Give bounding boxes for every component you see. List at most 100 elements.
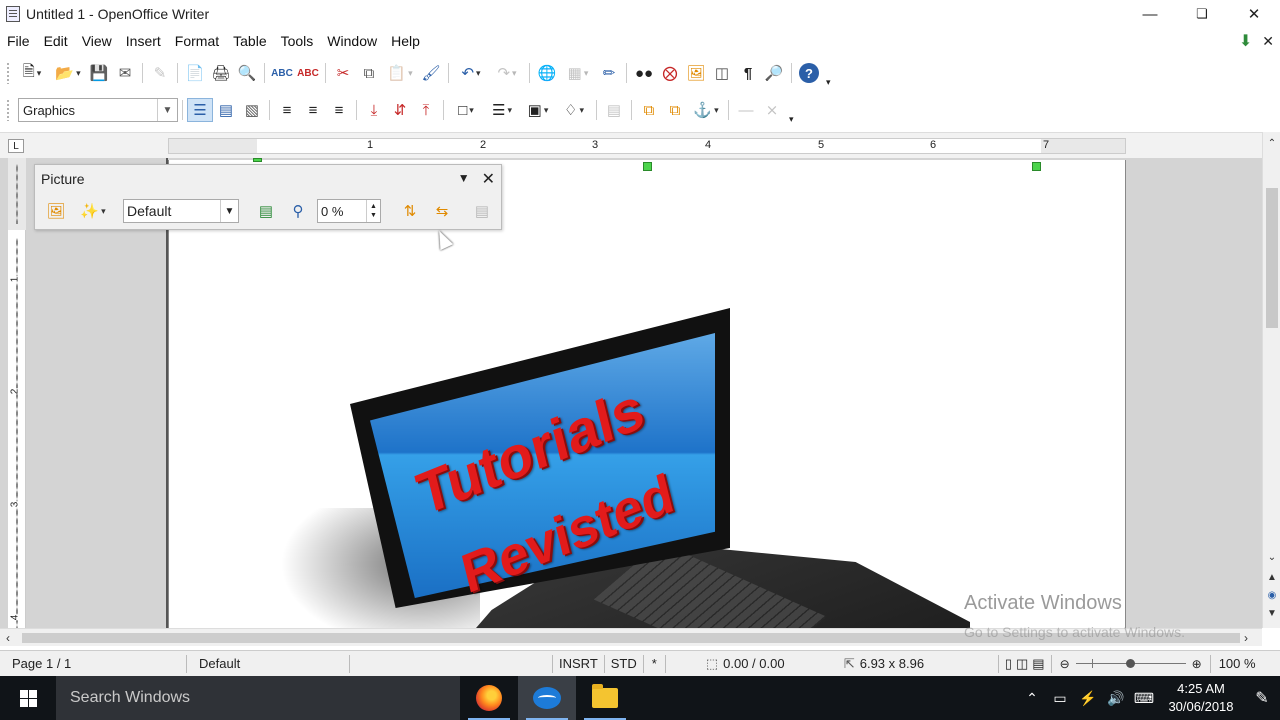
autospellcheck-button[interactable]: ABC [295,61,321,85]
battery-icon[interactable]: ▭ [1046,690,1074,707]
find-replace-button[interactable]: ●● [631,61,657,85]
laptop-image[interactable]: Tutorials Revisted [270,308,970,628]
gallery-button[interactable]: 🖼 [683,61,709,85]
previous-page-icon[interactable]: ▲ [1263,570,1280,584]
open-button[interactable]: 📂 [50,61,86,85]
zoom-value[interactable]: 100 % [1211,656,1264,671]
menu-help[interactable]: Help [384,33,427,49]
border-color-button[interactable]: ▣ [520,98,556,122]
wrap-off-button[interactable]: ☰ [187,98,213,122]
unlink-frames-button[interactable]: ⨯ [759,98,785,122]
navigator-button[interactable]: ⨂ [657,61,683,85]
wrap-through-button[interactable]: ▧ [239,98,265,122]
zoom-out-icon[interactable]: ⊖ [1060,657,1070,671]
help-button[interactable]: ? [796,61,822,85]
align-middle-button[interactable]: ⇵ [387,98,413,122]
chevron-down-icon[interactable]: ▼ [157,99,177,121]
menu-file[interactable]: File [0,33,37,49]
spinner-arrows-icon[interactable]: ▲ ▼ [366,200,380,222]
zoom-in-icon[interactable]: ⊕ [1192,657,1202,671]
bring-to-front-button[interactable]: ⧉ [636,98,662,122]
scroll-up-icon[interactable]: ⌃ [1263,136,1280,150]
menu-edit[interactable]: Edit [37,33,75,49]
page-preview-button[interactable]: 🔍 [234,61,260,85]
toolbar-options-icon[interactable] [826,60,834,88]
vertical-scrollbar[interactable]: ⌃ ⌄ ▲ ◉ ▼ [1262,132,1280,628]
flip-vertically-button[interactable]: ⇅ [397,199,423,223]
menu-table[interactable]: Table [226,33,273,49]
align-left-button[interactable]: ≡ [274,98,300,122]
cut-button[interactable]: ✂ [330,61,356,85]
redo-button[interactable]: ↷ [489,61,525,85]
scroll-left-icon[interactable]: ‹ [6,631,10,645]
tab-stop-selector[interactable]: L [8,139,24,153]
multi-page-view-icon[interactable]: ◫ [1016,656,1028,672]
navigation-icon[interactable]: ◉ [1263,588,1280,602]
menu-view[interactable]: View [75,33,119,49]
transparency-spinner[interactable]: 0 % ▲ ▼ [317,199,381,223]
copy-button[interactable]: ⧉ [356,61,382,85]
frame-properties-button[interactable]: ▤ [469,199,495,223]
filter-button[interactable]: ✨ [75,199,111,223]
notification-icon[interactable]: ✎ [1244,688,1280,708]
align-top-button[interactable]: ⤓ [361,98,387,122]
zoom-slider-knob[interactable] [1126,658,1136,668]
taskbar-search[interactable]: Search Windows [56,676,460,720]
transparency-icon-button[interactable]: ⚲ [285,199,311,223]
taskbar-openoffice[interactable] [518,676,576,720]
insert-picture-button[interactable]: 🖼 [43,199,69,223]
print-button[interactable]: 🖨 [208,61,234,85]
paste-button[interactable]: 📋 [382,61,418,85]
document-modified-indicator[interactable]: * [644,656,665,671]
close-icon[interactable]: ✕ [482,169,495,189]
selection-handle-top-right[interactable] [1032,162,1041,171]
restore-button[interactable]: ❏ [1176,0,1228,28]
menu-tools[interactable]: Tools [274,33,321,49]
insert-mode-indicator[interactable]: INSRT [553,656,604,671]
save-button[interactable]: 💾 [86,61,112,85]
selection-handle-top-left[interactable] [253,158,262,162]
send-to-back-button[interactable]: ⧉ [662,98,688,122]
undo-button[interactable]: ↶ [453,61,489,85]
scroll-down-icon[interactable]: ⌄ [1263,550,1280,564]
selection-handle-top-middle[interactable] [643,162,652,171]
menu-insert[interactable]: Insert [119,33,168,49]
hyperlink-button[interactable]: 🌐 [534,61,560,85]
link-frames-button[interactable]: — [733,98,759,122]
new-document-button[interactable]: 🗎 [14,61,50,85]
toolbar-grip[interactable] [6,62,10,84]
taskbar-clock[interactable]: 4:25 AM 30/06/2018 [1158,680,1244,716]
page-wrap-button[interactable]: ▤ [213,98,239,122]
graphics-mode-select[interactable]: Default ▼ [123,199,239,223]
page-style-indicator[interactable]: Default [187,656,349,671]
chevron-up-icon[interactable]: ⌃ [1018,690,1046,707]
wifi-icon[interactable]: ⚡ [1074,690,1102,707]
clone-formatting-button[interactable]: 🖌 [418,61,444,85]
chevron-down-icon[interactable]: ▼ [220,200,238,222]
next-page-icon[interactable]: ▼ [1263,606,1280,620]
background-color-button[interactable]: ♢ [556,98,592,122]
vertical-scroll-thumb[interactable] [1266,188,1278,328]
taskbar-file-explorer[interactable] [576,676,634,720]
keyboard-icon[interactable]: ⌨ [1130,690,1158,707]
zoom-button[interactable]: 🔎 [761,61,787,85]
horizontal-ruler[interactable]: 1 2 3 4 5 6 7 [168,138,1126,154]
close-document-icon[interactable]: ✕ [1262,33,1274,50]
data-sources-button[interactable]: ◫ [709,61,735,85]
scroll-right-icon[interactable]: › [1244,631,1248,645]
toolbar-menu-icon[interactable]: ▼ [458,171,470,189]
toolbar-options-icon[interactable] [789,97,797,125]
line-style-button[interactable]: ☰ [484,98,520,122]
email-button[interactable]: ✉ [112,61,138,85]
color-button[interactable]: ▤ [253,199,279,223]
formatting-marks-button[interactable]: ¶ [735,61,761,85]
zoom-slider[interactable] [1075,657,1186,671]
page-indicator[interactable]: Page 1 / 1 [0,656,186,671]
update-download-icon[interactable]: ⬇ [1239,31,1252,51]
book-view-icon[interactable]: ▤ [1032,656,1044,672]
vertical-ruler[interactable]: 1 2 3 4 [8,158,26,628]
show-draw-functions-button[interactable]: ✏ [596,61,622,85]
anchor-button[interactable]: ⚓ [688,98,724,122]
menu-window[interactable]: Window [320,33,384,49]
picture-toolbar-header[interactable]: Picture ▼ ✕ [35,165,501,193]
